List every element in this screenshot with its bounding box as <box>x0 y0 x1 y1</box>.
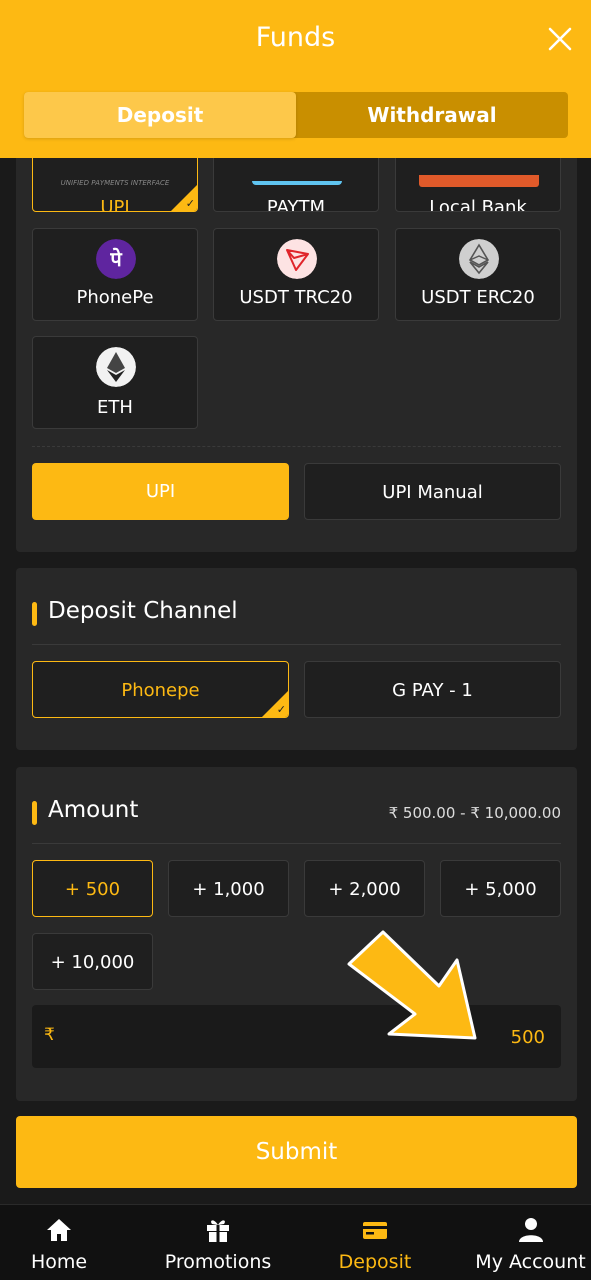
svg-text:पे: पे <box>109 247 123 271</box>
preset-2000[interactable]: + 2,000 <box>304 860 425 917</box>
divider <box>32 644 561 645</box>
funds-tabs: Deposit Withdrawal <box>24 92 568 138</box>
channel-label: Phonepe <box>121 680 200 701</box>
method-label: USDT TRC20 <box>239 287 353 308</box>
method-label: PAYTM <box>266 197 326 212</box>
user-icon <box>518 1218 543 1242</box>
currency-symbol: ₹ <box>44 1025 55 1045</box>
gift-icon <box>207 1220 229 1242</box>
section-title: Amount <box>32 797 138 825</box>
amount-range: ₹ 500.00 - ₹ 10,000.00 <box>388 804 561 822</box>
method-usdt-erc20[interactable]: USDT ERC20 <box>395 228 561 321</box>
nav-label: Deposit <box>338 1251 412 1273</box>
preset-500[interactable]: + 500 <box>32 860 153 917</box>
bank-logo <box>419 175 539 187</box>
payment-methods-card: UNIFIED PAYMENTS INTERFACE UPI ✓ PAYTM L… <box>16 120 577 552</box>
nav-home[interactable]: Home <box>0 1205 118 1280</box>
method-label: ETH <box>97 397 133 418</box>
tab-withdrawal[interactable]: Withdrawal <box>296 92 568 138</box>
method-usdt-trc20[interactable]: USDT TRC20 <box>213 228 379 321</box>
ethereum-icon <box>459 239 499 279</box>
deposit-channel-card: Deposit Channel Phonepe ✓ G PAY - 1 <box>16 568 577 750</box>
tab-deposit[interactable]: Deposit <box>24 92 296 138</box>
nav-label: Home <box>30 1251 88 1273</box>
paytm-logo <box>252 175 342 185</box>
subtype-upi-manual[interactable]: UPI Manual <box>304 463 561 520</box>
method-label: Local Bank <box>429 197 527 212</box>
home-icon <box>47 1219 71 1241</box>
page-title: Funds <box>255 22 336 53</box>
channel-phonepe[interactable]: Phonepe ✓ <box>32 661 289 718</box>
submit-button[interactable]: Submit <box>16 1116 577 1188</box>
nav-my-account[interactable]: My Account <box>470 1205 591 1280</box>
preset-10000[interactable]: + 10,000 <box>32 933 153 990</box>
method-eth[interactable]: ETH <box>32 336 198 429</box>
divider <box>32 446 561 447</box>
nav-label: My Account <box>475 1251 586 1273</box>
nav-promotions[interactable]: Promotions <box>148 1205 288 1280</box>
check-icon: ✓ <box>185 197 195 210</box>
subtype-upi[interactable]: UPI <box>32 463 289 520</box>
preset-1000[interactable]: + 1,000 <box>168 860 289 917</box>
check-icon: ✓ <box>276 703 286 716</box>
tron-icon <box>277 239 317 279</box>
funds-header: Funds Deposit Withdrawal <box>0 0 591 158</box>
ethereum-icon <box>96 347 136 387</box>
bottom-nav: Home Promotions Deposit My Account <box>0 1204 591 1280</box>
nav-label: Promotions <box>164 1251 272 1273</box>
method-label: USDT ERC20 <box>421 287 535 308</box>
method-phonepe[interactable]: पे PhonePe <box>32 228 198 321</box>
nav-deposit[interactable]: Deposit <box>320 1205 430 1280</box>
channel-gpay-1[interactable]: G PAY - 1 <box>304 661 561 718</box>
wallet-card-icon <box>363 1222 387 1239</box>
close-icon[interactable] <box>547 26 573 52</box>
phonepe-icon: पे <box>96 239 136 279</box>
preset-5000[interactable]: + 5,000 <box>440 860 561 917</box>
section-title: Deposit Channel <box>32 598 238 626</box>
method-label: PhonePe <box>76 287 154 308</box>
pointer-arrow-icon <box>347 930 477 1040</box>
divider <box>32 843 561 844</box>
